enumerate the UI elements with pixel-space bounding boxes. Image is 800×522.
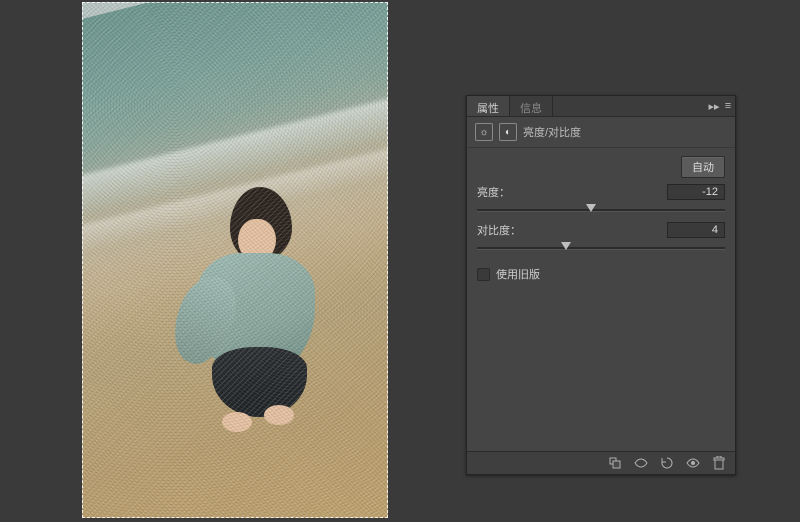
panel-menu-icon[interactable]: ≡ — [721, 96, 735, 116]
legacy-label: 使用旧版 — [496, 266, 540, 282]
brightness-control: 亮度： — [477, 184, 725, 216]
reset-icon[interactable] — [659, 455, 675, 471]
legacy-checkbox[interactable] — [477, 268, 490, 281]
canvas-image — [82, 2, 388, 518]
panel-header: ☼ ◐ 亮度/对比度 — [467, 117, 735, 148]
auto-button-label: 自动 — [692, 162, 714, 174]
tab-properties[interactable]: 属性 — [467, 96, 510, 116]
document-canvas[interactable] — [82, 2, 388, 518]
sun-icon: ☼ — [475, 123, 493, 141]
clip-to-layer-icon[interactable] — [607, 455, 623, 471]
tab-properties-label: 属性 — [477, 100, 499, 116]
tab-info[interactable]: 信息 — [510, 96, 553, 116]
brightness-slider-thumb[interactable] — [586, 204, 596, 212]
brightness-input[interactable] — [667, 184, 725, 200]
panel-footer — [467, 451, 735, 474]
tab-info-label: 信息 — [520, 100, 542, 116]
panel-title: 亮度/对比度 — [523, 124, 581, 140]
properties-panel: 属性 信息 ▸▸ ≡ ☼ ◐ 亮度/对比度 自动 亮度： — [466, 95, 736, 475]
contrast-label: 对比度： — [477, 222, 537, 238]
legacy-row: 使用旧版 — [477, 266, 725, 282]
brightness-slider[interactable] — [477, 204, 725, 216]
auto-button[interactable]: 自动 — [681, 156, 725, 178]
contrast-control: 对比度： — [477, 222, 725, 254]
trash-icon[interactable] — [711, 455, 727, 471]
contrast-slider-thumb[interactable] — [561, 242, 571, 250]
panel-tabstrip: 属性 信息 ▸▸ ≡ — [467, 96, 735, 117]
half-circle-icon: ◐ — [499, 123, 517, 141]
brightness-label: 亮度： — [477, 184, 537, 200]
panel-collapse-icon[interactable]: ▸▸ — [707, 96, 721, 116]
visibility-icon[interactable] — [685, 455, 701, 471]
view-previous-icon[interactable] — [633, 455, 649, 471]
contrast-slider[interactable] — [477, 242, 725, 254]
contrast-input[interactable] — [667, 222, 725, 238]
